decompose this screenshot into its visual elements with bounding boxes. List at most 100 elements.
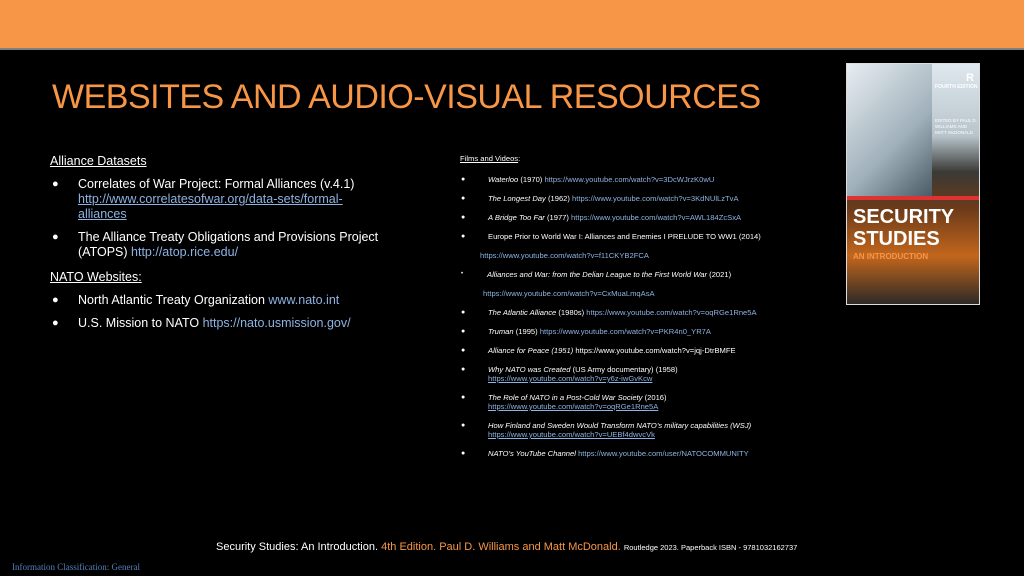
- nato-int-link[interactable]: www.nato.int: [268, 293, 339, 307]
- book-cover-image: R FOURTH EDITION EDITED BY PAUL D. WILLI…: [846, 63, 980, 305]
- film-title: Europe Prior to World War I: Alliances a…: [488, 232, 737, 241]
- list-item: ● Waterloo (1970) https://www.youtube.co…: [460, 175, 830, 184]
- film-link[interactable]: https://www.youtube.com/watch?v=3DcWJrzK…: [544, 175, 714, 184]
- book-edition: FOURTH EDITION: [935, 84, 978, 90]
- left-column: Alliance Datasets ● Correlates of War Pr…: [50, 154, 390, 341]
- correlates-of-war-link[interactable]: http://www.correlatesofwar.org/data-sets…: [78, 192, 343, 221]
- bullet-icon: ●: [461, 309, 466, 316]
- bullet-icon: ●: [461, 195, 466, 202]
- film-year: (2021): [709, 270, 732, 279]
- film-link[interactable]: https://www.youtube.com/user/NATOCOMMUNI…: [578, 449, 749, 458]
- film-link[interactable]: https://www.youtube.com/watch?v=oqRGe1Rn…: [586, 308, 756, 317]
- bullet-icon: •: [461, 271, 464, 277]
- bullet-icon: ●: [52, 317, 59, 329]
- list-item: ● The Role of NATO in a Post-Cold War So…: [460, 393, 830, 411]
- list-item: ● Alliance for Peace (1951) https://www.…: [460, 346, 830, 355]
- nato-list: ● North Atlantic Treaty Organization www…: [50, 293, 390, 331]
- film-year: (2014): [738, 232, 761, 241]
- cover-photo: [847, 64, 932, 196]
- list-item: ● The Alliance Treaty Obligations and Pr…: [50, 230, 390, 260]
- film-title: The Atlantic Alliance: [488, 308, 557, 317]
- footer-publisher: Routledge 2023. Paperback ISBN - 9781032…: [623, 543, 798, 552]
- bullet-icon: ●: [52, 231, 59, 243]
- list-item: ● Correlates of War Project: Formal Alli…: [50, 177, 390, 222]
- film-title: Waterloo: [488, 175, 519, 184]
- bullet-icon: ●: [461, 176, 466, 183]
- film-year: (1977): [546, 213, 569, 222]
- film-link[interactable]: https://www.youtube.com/watch?v=UEBf4dwv…: [488, 430, 655, 439]
- film-title: Why NATO was Created: [488, 365, 571, 374]
- routledge-logo: R: [966, 72, 974, 84]
- film-link[interactable]: https://www.youtube.com/watch?v=CxMuaLmq…: [483, 289, 655, 298]
- us-mission-link[interactable]: https://nato.usmission.gov/: [203, 316, 351, 330]
- list-item: ● Europe Prior to World War I: Alliances…: [460, 232, 830, 241]
- classification-label: Information Classification: General: [12, 562, 140, 572]
- right-column: Films and Videos: ● Waterloo (1970) http…: [460, 154, 830, 458]
- film-link[interactable]: https://www.youtube.com/watch?v=y6z-iwGv…: [488, 374, 652, 383]
- film-title: Alliances and War: from the Delian Leagu…: [487, 270, 708, 279]
- film-year: (1995): [515, 327, 538, 336]
- book-subtitle: AN INTRODUCTION: [853, 252, 929, 261]
- film-link[interactable]: https://www.youtube.com/watch?v=PKR4n0_Y…: [540, 327, 711, 336]
- film-year: (1970): [520, 175, 543, 184]
- book-title-line2: STUDIES: [853, 228, 940, 250]
- nato-websites-heading: NATO Websites:: [50, 270, 142, 284]
- bullet-icon: ●: [461, 450, 466, 457]
- film-year: (1962): [547, 194, 570, 203]
- alliance-datasets-heading: Alliance Datasets: [50, 154, 147, 168]
- film-title: NATO’s YouTube Channel: [488, 449, 576, 458]
- film-link[interactable]: https://www.youtube.com/watch?v=AWL184Zc…: [571, 213, 741, 222]
- top-banner: [0, 0, 1024, 50]
- list-item: https://www.youtube.com/watch?v=f11CKYB2…: [460, 251, 830, 260]
- bullet-icon: ●: [461, 422, 466, 429]
- film-link[interactable]: https://www.youtube.com/watch?v=jqj-DtrB…: [575, 346, 735, 355]
- film-year: (US Army documentary) (1958): [572, 365, 678, 374]
- list-item: ● The Longest Day (1962) https://www.you…: [460, 194, 830, 203]
- bullet-icon: ●: [461, 328, 466, 335]
- nato-heading-label: NATO Websites: [50, 270, 139, 284]
- bullet-icon: ●: [52, 178, 59, 190]
- footer-citation: Security Studies: An Introduction. 4th E…: [216, 541, 797, 553]
- bullet-icon: ●: [461, 347, 466, 354]
- footer-edition: 4th Edition.: [381, 541, 437, 553]
- list-item: https://www.youtube.com/watch?v=CxMuaLmq…: [460, 289, 830, 298]
- footer-book-title: Security Studies: An Introduction.: [216, 541, 379, 553]
- bullet-icon: ●: [461, 366, 466, 373]
- film-title: Truman: [488, 327, 514, 336]
- film-link[interactable]: https://www.youtube.com/watch?v=3KdNUlLz…: [572, 194, 739, 203]
- list-item: ● The Atlantic Alliance (1980s) https://…: [460, 308, 830, 317]
- film-title: The Longest Day: [488, 194, 546, 203]
- film-link[interactable]: https://www.youtube.com/watch?v=oqRGe1Rn…: [488, 402, 658, 411]
- list-item: • Alliances and War: from the Delian Lea…: [460, 270, 830, 279]
- item-text: North Atlantic Treaty Organization: [78, 293, 265, 307]
- film-link[interactable]: https://www.youtube.com/watch?v=f11CKYB2…: [480, 251, 649, 260]
- list-item: ● North Atlantic Treaty Organization www…: [50, 293, 390, 308]
- list-item: ● U.S. Mission to NATO https://nato.usmi…: [50, 316, 390, 331]
- list-item: ● How Finland and Sweden Would Transform…: [460, 421, 830, 439]
- film-year: (1980s): [558, 308, 585, 317]
- book-editors: EDITED BY PAUL D. WILLIAMS AND MATT McDO…: [935, 118, 977, 135]
- item-text: Correlates of War Project: Formal Allian…: [78, 177, 355, 191]
- bullet-icon: ●: [52, 294, 59, 306]
- alliance-list: ● Correlates of War Project: Formal Alli…: [50, 177, 390, 260]
- list-item: ● NATO’s YouTube Channel https://www.you…: [460, 449, 830, 458]
- films-heading: Films and Videos:: [460, 154, 521, 163]
- cover-stripe: [847, 196, 979, 200]
- atop-link[interactable]: http://atop.rice.edu/: [131, 245, 238, 259]
- bullet-icon: ●: [461, 233, 466, 240]
- list-item: ● A Bridge Too Far (1977) https://www.yo…: [460, 213, 830, 222]
- bullet-icon: ●: [461, 214, 466, 221]
- film-title: The Role of NATO in a Post-Cold War Soci…: [488, 393, 643, 402]
- film-title: Alliance for Peace (1951): [488, 346, 574, 355]
- list-item: ● Why NATO was Created (US Army document…: [460, 365, 830, 383]
- film-title: How Finland and Sweden Would Transform N…: [488, 421, 752, 430]
- item-text: U.S. Mission to NATO: [78, 316, 200, 330]
- book-title-line1: SECURITY: [853, 206, 955, 228]
- film-year: (2016): [644, 393, 667, 402]
- bullet-icon: ●: [461, 394, 466, 401]
- films-heading-label: Films and Videos: [460, 154, 519, 163]
- footer-authors: Paul D. Williams and Matt McDonald.: [439, 541, 621, 553]
- list-item: ● Truman (1995) https://www.youtube.com/…: [460, 327, 830, 336]
- page-title: WEBSITES AND AUDIO-VISUAL RESOURCES: [52, 78, 761, 116]
- film-title: A Bridge Too Far: [488, 213, 545, 222]
